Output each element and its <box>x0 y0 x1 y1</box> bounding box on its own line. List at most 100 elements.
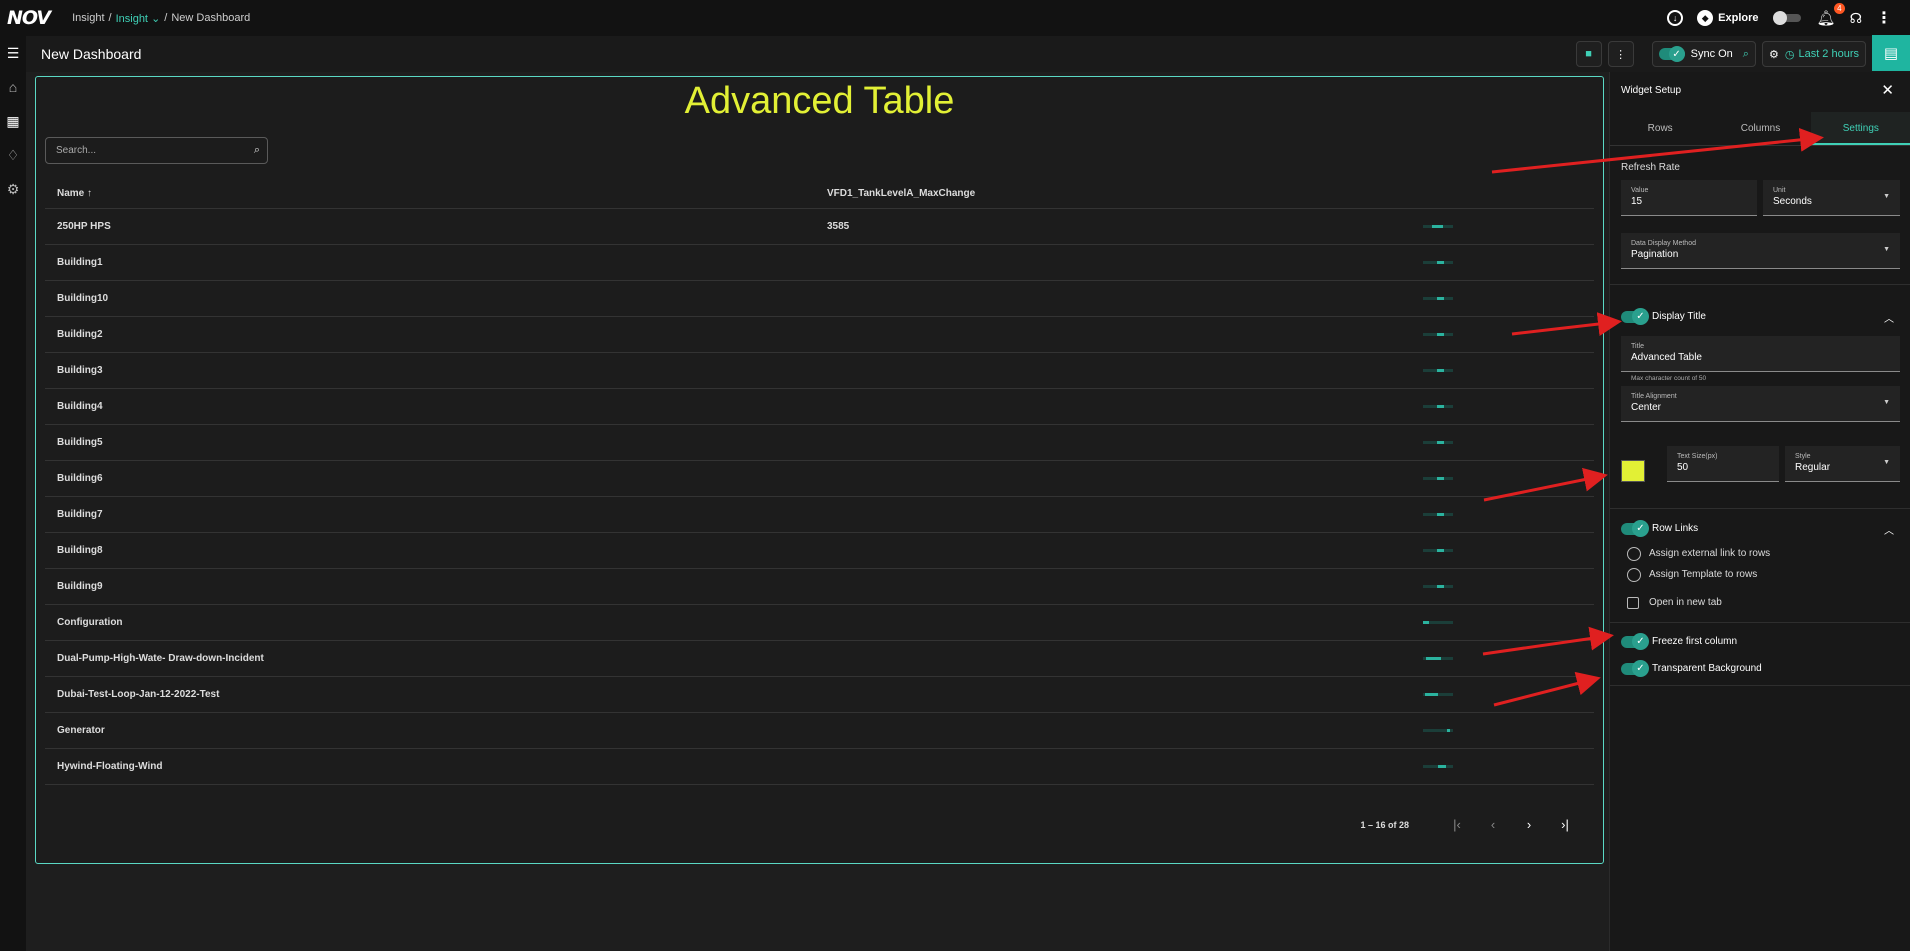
sparkline-segment <box>1424 693 1438 696</box>
sync-toggle-button[interactable]: ✓ Sync On ⌕ <box>1651 41 1756 67</box>
field-value: 50 <box>1677 462 1689 473</box>
style-select[interactable]: Style Regular ▼ <box>1785 446 1900 482</box>
refresh-unit-select[interactable]: Unit Seconds ▼ <box>1763 180 1900 216</box>
download-icon[interactable]: ↓ <box>1667 10 1684 26</box>
search-input[interactable]: Search... ⌕ <box>45 137 268 164</box>
chevron-up-icon[interactable]: ︿ <box>1884 522 1894 537</box>
check-icon: ✓ <box>1632 520 1649 537</box>
sparkline <box>1423 513 1453 516</box>
row-name-cell: Building10 <box>57 293 109 304</box>
sparkline <box>1423 549 1453 552</box>
table-row[interactable]: Building3 <box>45 353 1594 389</box>
table-row[interactable]: Configuration <box>45 605 1594 641</box>
field-value: Advanced Table <box>1631 352 1702 363</box>
table-row[interactable]: Generator <box>45 713 1594 749</box>
pagination: 1 – 16 of 28 |‹ ‹ › ›| <box>1360 817 1573 832</box>
title-input[interactable]: Title Advanced Table <box>1621 336 1900 372</box>
edit-dashboard-button[interactable]: ▤ <box>1872 34 1910 71</box>
freeze-first-column-toggle[interactable]: ✓ <box>1621 633 1649 650</box>
tab-columns[interactable]: Columns <box>1710 112 1810 145</box>
row-name-cell: Building3 <box>57 365 103 376</box>
field-label: Text Size(px) <box>1677 453 1718 460</box>
transparent-background-toggle[interactable]: ✓ <box>1621 660 1649 677</box>
assign-template-radio[interactable] <box>1627 568 1641 582</box>
nov-logo[interactable]: NOV <box>7 7 51 29</box>
table-row[interactable]: Dubai-Test-Loop-Jan-12-2022-Test <box>45 677 1594 713</box>
check-icon: ✓ <box>1632 308 1649 325</box>
table-row[interactable]: Building6 <box>45 461 1594 497</box>
text-size-input[interactable]: Text Size(px) 50 <box>1667 446 1779 482</box>
table-header: Name ↑ VFD1_TankLevelA_MaxChange <box>45 177 1594 209</box>
column-header-value[interactable]: VFD1_TankLevelA_MaxChange <box>827 188 975 199</box>
display-title-toggle[interactable]: ✓ <box>1621 308 1649 325</box>
last-page-icon[interactable]: ›| <box>1557 817 1573 832</box>
table-row[interactable]: 250HP HPS 3585 <box>45 209 1594 245</box>
sparkline <box>1423 261 1453 264</box>
column-header-name[interactable]: Name ↑ <box>57 188 92 199</box>
open-new-tab-checkbox[interactable] <box>1627 597 1639 609</box>
home-icon[interactable]: ⌂ <box>0 70 26 104</box>
sparkline-segment <box>1432 225 1443 228</box>
title-color-swatch[interactable] <box>1621 460 1645 482</box>
previous-page-icon[interactable]: ‹ <box>1485 817 1501 832</box>
dashboard-icon[interactable]: ▦ <box>0 104 26 138</box>
row-links-toggle[interactable]: ✓ <box>1621 520 1649 537</box>
top-right-actions: ↓ ◆ Explore 🔔︎ 4 ☊ ⋮ <box>1667 0 1892 36</box>
chevron-up-icon[interactable]: ︿ <box>1884 310 1894 325</box>
tab-settings[interactable]: Settings <box>1810 112 1910 145</box>
table-row[interactable]: Building4 <box>45 389 1594 425</box>
table-row[interactable]: Dual-Pump-High-Wate- Draw-down-Incident <box>45 641 1594 677</box>
row-name-cell: Building2 <box>57 329 103 340</box>
first-page-icon[interactable]: |‹ <box>1449 817 1465 832</box>
dashboard-more-button[interactable]: ⋮ <box>1607 41 1634 67</box>
tab-rows[interactable]: Rows <box>1610 112 1710 145</box>
notification-badge: 4 <box>1834 3 1845 14</box>
sparkline-segment <box>1436 405 1444 408</box>
breadcrumb-insight-root[interactable]: Insight <box>72 12 104 24</box>
refresh-value-field[interactable]: Value 15 <box>1621 180 1757 216</box>
field-value: Seconds <box>1773 196 1812 207</box>
table-row[interactable]: Building2 <box>45 317 1594 353</box>
breadcrumb-insight-dropdown[interactable]: Insight ⌄ <box>116 12 161 25</box>
headset-icon[interactable]: ☊ <box>1850 10 1862 27</box>
table-row[interactable]: Hywind-Floating-Wind <box>45 749 1594 785</box>
field-label: Title Alignment <box>1631 393 1677 400</box>
advanced-table-widget[interactable]: Advanced Table Search... ⌕ Name ↑ VFD1_T… <box>35 76 1604 864</box>
title-alignment-select[interactable]: Title Alignment Center ▼ <box>1621 386 1900 422</box>
field-label: Style <box>1795 453 1811 460</box>
row-name-cell: Building8 <box>57 545 103 556</box>
open-new-tab-label: Open in new tab <box>1649 597 1722 608</box>
assign-external-link-radio[interactable] <box>1627 547 1641 561</box>
notifications-button[interactable]: 🔔︎ 4 <box>1817 3 1845 27</box>
row-name-cell: Building4 <box>57 401 103 412</box>
data-display-method-select[interactable]: Data Display Method Pagination ▼ <box>1621 233 1900 269</box>
field-value: Regular <box>1795 462 1831 473</box>
table-row[interactable]: Building7 <box>45 497 1594 533</box>
row-name-cell: Building5 <box>57 437 103 448</box>
table-row[interactable]: Building9 <box>45 569 1594 605</box>
explore-button[interactable]: ◆ Explore <box>1697 10 1759 26</box>
menu-collapse-icon[interactable]: ☰ <box>0 36 26 70</box>
sparkline <box>1423 729 1453 732</box>
table-row[interactable]: Building1 <box>45 245 1594 281</box>
sync-label: Sync On <box>1690 48 1733 60</box>
alerts-bell-icon[interactable]: ♢ <box>0 138 26 172</box>
setup-tabs: Rows Columns Settings <box>1610 112 1910 146</box>
divider <box>1610 685 1910 686</box>
more-options-icon[interactable]: ⋮ <box>1876 8 1892 28</box>
field-value: Center <box>1631 402 1662 413</box>
next-page-icon[interactable]: › <box>1521 817 1537 832</box>
close-icon[interactable]: ✕ <box>1881 81 1894 99</box>
time-range-button[interactable]: ⚙ ◷ Last 2 hours <box>1761 41 1866 67</box>
save-button[interactable]: ■ <box>1575 41 1602 67</box>
sparkline <box>1423 585 1453 588</box>
search-icon: ⌕ <box>253 144 260 156</box>
breadcrumb-separator: / <box>108 12 112 24</box>
sparkline-segment <box>1438 765 1446 768</box>
settings-gear-icon[interactable]: ⚙ <box>0 172 26 206</box>
table-row[interactable]: Building5 <box>45 425 1594 461</box>
sparkline-segment <box>1447 729 1450 732</box>
table-row[interactable]: Building10 <box>45 281 1594 317</box>
table-row[interactable]: Building8 <box>45 533 1594 569</box>
theme-toggle[interactable] <box>1772 11 1803 25</box>
